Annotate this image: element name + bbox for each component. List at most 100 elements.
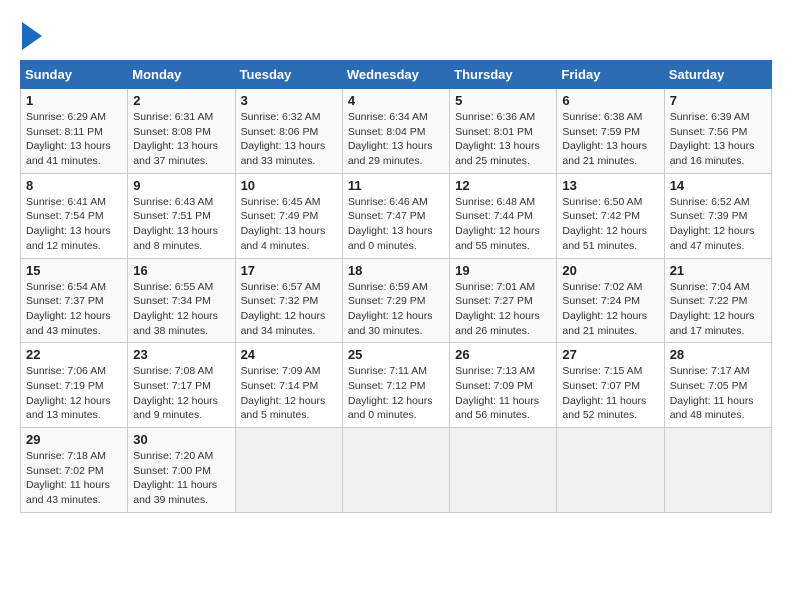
day-number: 8 bbox=[26, 178, 122, 193]
day-info: Sunrise: 6:59 AMSunset: 7:29 PMDaylight:… bbox=[348, 280, 444, 339]
calendar-cell: 25Sunrise: 7:11 AMSunset: 7:12 PMDayligh… bbox=[342, 343, 449, 428]
calendar-cell: 4 Sunrise: 6:34 AMSunset: 8:04 PMDaylight… bbox=[342, 89, 449, 174]
day-info: Sunrise: 7:08 AMSunset: 7:17 PMDaylight:… bbox=[133, 364, 229, 423]
weekday-header-wednesday: Wednesday bbox=[342, 61, 449, 89]
calendar-cell: 22Sunrise: 7:06 AMSunset: 7:19 PMDayligh… bbox=[21, 343, 128, 428]
day-number: 10 bbox=[241, 178, 337, 193]
calendar-header: SundayMondayTuesdayWednesdayThursdayFrid… bbox=[21, 61, 772, 89]
day-info: Sunrise: 6:50 AMSunset: 7:42 PMDaylight:… bbox=[562, 195, 658, 254]
day-info: Sunrise: 7:13 AMSunset: 7:09 PMDaylight:… bbox=[455, 364, 551, 423]
logo-arrow-icon bbox=[22, 22, 42, 50]
day-number: 26 bbox=[455, 347, 551, 362]
weekday-header-row: SundayMondayTuesdayWednesdayThursdayFrid… bbox=[21, 61, 772, 89]
day-number: 15 bbox=[26, 263, 122, 278]
day-info: Sunrise: 7:15 AMSunset: 7:07 PMDaylight:… bbox=[562, 364, 658, 423]
calendar-body: 1 Sunrise: 6:29 AMSunset: 8:11 PMDaylight… bbox=[21, 89, 772, 513]
calendar-week-4: 22Sunrise: 7:06 AMSunset: 7:19 PMDayligh… bbox=[21, 343, 772, 428]
day-number: 21 bbox=[670, 263, 766, 278]
calendar-cell: 7 Sunrise: 6:39 AMSunset: 7:56 PMDaylight… bbox=[664, 89, 771, 174]
day-info: Sunrise: 7:09 AMSunset: 7:14 PMDaylight:… bbox=[241, 364, 337, 423]
calendar-cell bbox=[450, 428, 557, 513]
weekday-header-tuesday: Tuesday bbox=[235, 61, 342, 89]
weekday-header-saturday: Saturday bbox=[664, 61, 771, 89]
day-number: 9 bbox=[133, 178, 229, 193]
calendar-cell bbox=[342, 428, 449, 513]
day-number: 24 bbox=[241, 347, 337, 362]
day-info: Sunrise: 6:39 AMSunset: 7:56 PMDaylight:… bbox=[670, 110, 766, 169]
calendar-week-1: 1 Sunrise: 6:29 AMSunset: 8:11 PMDaylight… bbox=[21, 89, 772, 174]
day-info: Sunrise: 6:45 AMSunset: 7:49 PMDaylight:… bbox=[241, 195, 337, 254]
calendar-cell: 18 Sunrise: 6:59 AMSunset: 7:29 PMDayligh… bbox=[342, 258, 449, 343]
day-number: 16 bbox=[133, 263, 229, 278]
calendar-cell: 10 Sunrise: 6:45 AMSunset: 7:49 PMDayligh… bbox=[235, 173, 342, 258]
day-info: Sunrise: 6:29 AMSunset: 8:11 PMDaylight:… bbox=[26, 110, 122, 169]
day-info: Sunrise: 6:43 AMSunset: 7:51 PMDaylight:… bbox=[133, 195, 229, 254]
day-number: 7 bbox=[670, 93, 766, 108]
day-info: Sunrise: 6:34 AMSunset: 8:04 PMDaylight:… bbox=[348, 110, 444, 169]
calendar-cell: 1 Sunrise: 6:29 AMSunset: 8:11 PMDaylight… bbox=[21, 89, 128, 174]
day-info: Sunrise: 6:38 AMSunset: 7:59 PMDaylight:… bbox=[562, 110, 658, 169]
day-number: 23 bbox=[133, 347, 229, 362]
day-info: Sunrise: 7:17 AMSunset: 7:05 PMDaylight:… bbox=[670, 364, 766, 423]
calendar-cell: 6 Sunrise: 6:38 AMSunset: 7:59 PMDaylight… bbox=[557, 89, 664, 174]
calendar-cell: 26 Sunrise: 7:13 AMSunset: 7:09 PMDayligh… bbox=[450, 343, 557, 428]
calendar-cell: 11 Sunrise: 6:46 AMSunset: 7:47 PMDayligh… bbox=[342, 173, 449, 258]
calendar-cell: 28 Sunrise: 7:17 AMSunset: 7:05 PMDayligh… bbox=[664, 343, 771, 428]
weekday-header-thursday: Thursday bbox=[450, 61, 557, 89]
calendar-cell: 29Sunrise: 7:18 AMSunset: 7:02 PMDayligh… bbox=[21, 428, 128, 513]
day-info: Sunrise: 6:55 AMSunset: 7:34 PMDaylight:… bbox=[133, 280, 229, 339]
day-number: 1 bbox=[26, 93, 122, 108]
weekday-header-monday: Monday bbox=[128, 61, 235, 89]
day-number: 14 bbox=[670, 178, 766, 193]
calendar-cell bbox=[557, 428, 664, 513]
calendar-cell: 30Sunrise: 7:20 AMSunset: 7:00 PMDayligh… bbox=[128, 428, 235, 513]
day-number: 27 bbox=[562, 347, 658, 362]
calendar-cell: 13 Sunrise: 6:50 AMSunset: 7:42 PMDayligh… bbox=[557, 173, 664, 258]
day-number: 29 bbox=[26, 432, 122, 447]
day-number: 4 bbox=[348, 93, 444, 108]
day-number: 13 bbox=[562, 178, 658, 193]
calendar-cell: 9 Sunrise: 6:43 AMSunset: 7:51 PMDaylight… bbox=[128, 173, 235, 258]
calendar-cell: 19Sunrise: 7:01 AMSunset: 7:27 PMDayligh… bbox=[450, 258, 557, 343]
day-number: 11 bbox=[348, 178, 444, 193]
day-number: 20 bbox=[562, 263, 658, 278]
day-info: Sunrise: 7:06 AMSunset: 7:19 PMDaylight:… bbox=[26, 364, 122, 423]
day-info: Sunrise: 6:48 AMSunset: 7:44 PMDaylight:… bbox=[455, 195, 551, 254]
calendar-table: SundayMondayTuesdayWednesdayThursdayFrid… bbox=[20, 60, 772, 513]
calendar-cell: 16 Sunrise: 6:55 AMSunset: 7:34 PMDayligh… bbox=[128, 258, 235, 343]
calendar-week-2: 8Sunrise: 6:41 AMSunset: 7:54 PMDaylight… bbox=[21, 173, 772, 258]
day-number: 2 bbox=[133, 93, 229, 108]
calendar-cell: 27 Sunrise: 7:15 AMSunset: 7:07 PMDayligh… bbox=[557, 343, 664, 428]
logo bbox=[20, 20, 42, 50]
day-info: Sunrise: 6:46 AMSunset: 7:47 PMDaylight:… bbox=[348, 195, 444, 254]
day-info: Sunrise: 6:52 AMSunset: 7:39 PMDaylight:… bbox=[670, 195, 766, 254]
calendar-cell: 5 Sunrise: 6:36 AMSunset: 8:01 PMDaylight… bbox=[450, 89, 557, 174]
day-number: 28 bbox=[670, 347, 766, 362]
weekday-header-sunday: Sunday bbox=[21, 61, 128, 89]
day-info: Sunrise: 6:57 AMSunset: 7:32 PMDaylight:… bbox=[241, 280, 337, 339]
day-number: 19 bbox=[455, 263, 551, 278]
calendar-cell: 3 Sunrise: 6:32 AMSunset: 8:06 PMDaylight… bbox=[235, 89, 342, 174]
calendar-cell: 14 Sunrise: 6:52 AMSunset: 7:39 PMDayligh… bbox=[664, 173, 771, 258]
day-number: 5 bbox=[455, 93, 551, 108]
day-number: 3 bbox=[241, 93, 337, 108]
day-info: Sunrise: 7:11 AMSunset: 7:12 PMDaylight:… bbox=[348, 364, 444, 423]
calendar-cell bbox=[664, 428, 771, 513]
day-info: Sunrise: 6:31 AMSunset: 8:08 PMDaylight:… bbox=[133, 110, 229, 169]
day-info: Sunrise: 6:36 AMSunset: 8:01 PMDaylight:… bbox=[455, 110, 551, 169]
day-info: Sunrise: 7:02 AMSunset: 7:24 PMDaylight:… bbox=[562, 280, 658, 339]
day-number: 18 bbox=[348, 263, 444, 278]
day-info: Sunrise: 7:04 AMSunset: 7:22 PMDaylight:… bbox=[670, 280, 766, 339]
day-number: 6 bbox=[562, 93, 658, 108]
calendar-cell: 17Sunrise: 6:57 AMSunset: 7:32 PMDayligh… bbox=[235, 258, 342, 343]
day-info: Sunrise: 7:20 AMSunset: 7:00 PMDaylight:… bbox=[133, 449, 229, 508]
calendar-cell bbox=[235, 428, 342, 513]
day-info: Sunrise: 6:54 AMSunset: 7:37 PMDaylight:… bbox=[26, 280, 122, 339]
calendar-cell: 24 Sunrise: 7:09 AMSunset: 7:14 PMDayligh… bbox=[235, 343, 342, 428]
calendar-cell: 23 Sunrise: 7:08 AMSunset: 7:17 PMDayligh… bbox=[128, 343, 235, 428]
calendar-week-5: 29Sunrise: 7:18 AMSunset: 7:02 PMDayligh… bbox=[21, 428, 772, 513]
calendar-cell: 20 Sunrise: 7:02 AMSunset: 7:24 PMDayligh… bbox=[557, 258, 664, 343]
calendar-cell: 21 Sunrise: 7:04 AMSunset: 7:22 PMDayligh… bbox=[664, 258, 771, 343]
calendar-cell: 15 Sunrise: 6:54 AMSunset: 7:37 PMDayligh… bbox=[21, 258, 128, 343]
day-info: Sunrise: 6:32 AMSunset: 8:06 PMDaylight:… bbox=[241, 110, 337, 169]
